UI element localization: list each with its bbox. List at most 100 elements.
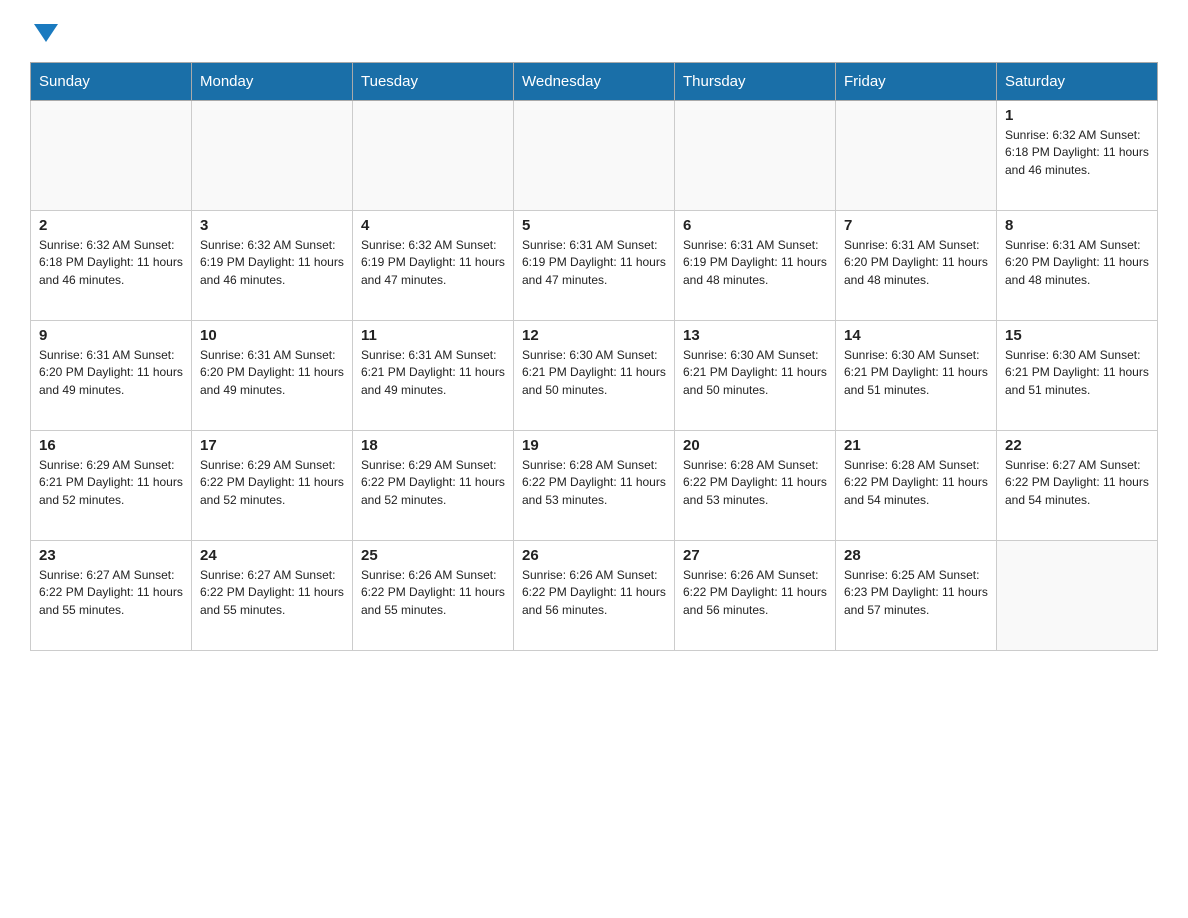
day-info: Sunrise: 6:30 AM Sunset: 6:21 PM Dayligh… xyxy=(1005,347,1149,399)
day-info: Sunrise: 6:27 AM Sunset: 6:22 PM Dayligh… xyxy=(1005,457,1149,509)
page-header xyxy=(30,20,1158,42)
week-row-5: 23Sunrise: 6:27 AM Sunset: 6:22 PM Dayli… xyxy=(31,541,1158,651)
day-info: Sunrise: 6:26 AM Sunset: 6:22 PM Dayligh… xyxy=(683,567,827,619)
calendar-cell: 13 Sunrise: 6:30 AM Sunset: 6:21 PM Dayli… xyxy=(675,321,836,431)
day-number: 4 xyxy=(361,217,505,234)
day-number: 28 xyxy=(844,547,988,564)
calendar-cell xyxy=(836,101,997,211)
calendar-cell: 5 Sunrise: 6:31 AM Sunset: 6:19 PM Daylig… xyxy=(514,211,675,321)
day-info: Sunrise: 6:32 AM Sunset: 6:18 PM Dayligh… xyxy=(39,237,183,289)
calendar-cell: 4Sunrise: 6:32 AM Sunset: 6:19 PM Daylig… xyxy=(353,211,514,321)
day-number: 5 xyxy=(522,217,666,234)
day-info: Sunrise: 6:32 AM Sunset: 6:18 PM Dayligh… xyxy=(1005,127,1149,179)
day-number: 18 xyxy=(361,437,505,454)
day-info: Sunrise: 6:31 AM Sunset: 6:20 PM Dayligh… xyxy=(39,347,183,399)
day-info: Sunrise: 6:31 AM Sunset: 6:19 PM Dayligh… xyxy=(683,237,827,289)
day-number: 23 xyxy=(39,547,183,564)
calendar-cell: 12 Sunrise: 6:30 AM Sunset: 6:21 PM Dayli… xyxy=(514,321,675,431)
logo xyxy=(30,20,58,42)
calendar-cell: 10 Sunrise: 6:31 AM Sunset: 6:20 PM Dayli… xyxy=(192,321,353,431)
weekday-header-tuesday: Tuesday xyxy=(353,63,514,101)
day-info: Sunrise: 6:31 AM Sunset: 6:20 PM Dayligh… xyxy=(200,347,344,399)
weekday-header-friday: Friday xyxy=(836,63,997,101)
day-info: Sunrise: 6:31 AM Sunset: 6:20 PM Dayligh… xyxy=(1005,237,1149,289)
calendar-table: SundayMondayTuesdayWednesdayThursdayFrid… xyxy=(30,62,1158,651)
calendar-cell: 16Sunrise: 6:29 AM Sunset: 6:21 PM Dayli… xyxy=(31,431,192,541)
day-info: Sunrise: 6:25 AM Sunset: 6:23 PM Dayligh… xyxy=(844,567,988,619)
calendar-cell xyxy=(353,101,514,211)
calendar-cell: 18 Sunrise: 6:29 AM Sunset: 6:22 PM Dayli… xyxy=(353,431,514,541)
day-number: 9 xyxy=(39,327,183,344)
day-number: 6 xyxy=(683,217,827,234)
calendar-cell xyxy=(675,101,836,211)
day-info: Sunrise: 6:29 AM Sunset: 6:22 PM Dayligh… xyxy=(200,457,344,509)
day-number: 13 xyxy=(683,327,827,344)
weekday-header-monday: Monday xyxy=(192,63,353,101)
weekday-header-thursday: Thursday xyxy=(675,63,836,101)
calendar-cell: 22 Sunrise: 6:27 AM Sunset: 6:22 PM Dayli… xyxy=(997,431,1158,541)
day-number: 25 xyxy=(361,547,505,564)
day-number: 19 xyxy=(522,437,666,454)
day-info: Sunrise: 6:29 AM Sunset: 6:22 PM Dayligh… xyxy=(361,457,505,509)
day-info: Sunrise: 6:26 AM Sunset: 6:22 PM Dayligh… xyxy=(522,567,666,619)
day-number: 3 xyxy=(200,217,344,234)
calendar-cell xyxy=(997,541,1158,651)
weekday-header-wednesday: Wednesday xyxy=(514,63,675,101)
calendar-cell: 24Sunrise: 6:27 AM Sunset: 6:22 PM Dayli… xyxy=(192,541,353,651)
day-number: 12 xyxy=(522,327,666,344)
calendar-cell xyxy=(192,101,353,211)
week-row-3: 9 Sunrise: 6:31 AM Sunset: 6:20 PM Daylig… xyxy=(31,321,1158,431)
day-info: Sunrise: 6:31 AM Sunset: 6:19 PM Dayligh… xyxy=(522,237,666,289)
day-number: 8 xyxy=(1005,217,1149,234)
calendar-cell: 19 Sunrise: 6:28 AM Sunset: 6:22 PM Dayli… xyxy=(514,431,675,541)
day-number: 7 xyxy=(844,217,988,234)
day-info: Sunrise: 6:32 AM Sunset: 6:19 PM Dayligh… xyxy=(200,237,344,289)
calendar-cell: 17 Sunrise: 6:29 AM Sunset: 6:22 PM Dayli… xyxy=(192,431,353,541)
day-number: 22 xyxy=(1005,437,1149,454)
calendar-cell: 7 Sunrise: 6:31 AM Sunset: 6:20 PM Daylig… xyxy=(836,211,997,321)
day-info: Sunrise: 6:28 AM Sunset: 6:22 PM Dayligh… xyxy=(522,457,666,509)
day-info: Sunrise: 6:30 AM Sunset: 6:21 PM Dayligh… xyxy=(844,347,988,399)
week-row-4: 16Sunrise: 6:29 AM Sunset: 6:21 PM Dayli… xyxy=(31,431,1158,541)
day-number: 20 xyxy=(683,437,827,454)
day-number: 21 xyxy=(844,437,988,454)
day-number: 27 xyxy=(683,547,827,564)
weekday-header-sunday: Sunday xyxy=(31,63,192,101)
calendar-cell: 14 Sunrise: 6:30 AM Sunset: 6:21 PM Dayli… xyxy=(836,321,997,431)
calendar-cell: 20 Sunrise: 6:28 AM Sunset: 6:22 PM Dayli… xyxy=(675,431,836,541)
day-info: Sunrise: 6:30 AM Sunset: 6:21 PM Dayligh… xyxy=(522,347,666,399)
week-row-2: 2 Sunrise: 6:32 AM Sunset: 6:18 PM Daylig… xyxy=(31,211,1158,321)
weekday-header-saturday: Saturday xyxy=(997,63,1158,101)
calendar-cell: 21 Sunrise: 6:28 AM Sunset: 6:22 PM Dayli… xyxy=(836,431,997,541)
calendar-cell: 26Sunrise: 6:26 AM Sunset: 6:22 PM Dayli… xyxy=(514,541,675,651)
calendar-cell: 25 Sunrise: 6:26 AM Sunset: 6:22 PM Dayli… xyxy=(353,541,514,651)
logo-arrow-icon xyxy=(34,24,58,42)
week-row-1: 1 Sunrise: 6:32 AM Sunset: 6:18 PM Daylig… xyxy=(31,101,1158,211)
calendar-cell: 11Sunrise: 6:31 AM Sunset: 6:21 PM Dayli… xyxy=(353,321,514,431)
day-info: Sunrise: 6:31 AM Sunset: 6:20 PM Dayligh… xyxy=(844,237,988,289)
day-number: 14 xyxy=(844,327,988,344)
day-info: Sunrise: 6:30 AM Sunset: 6:21 PM Dayligh… xyxy=(683,347,827,399)
weekday-header-row: SundayMondayTuesdayWednesdayThursdayFrid… xyxy=(31,63,1158,101)
day-number: 10 xyxy=(200,327,344,344)
calendar-cell xyxy=(514,101,675,211)
day-number: 17 xyxy=(200,437,344,454)
calendar-cell: 1 Sunrise: 6:32 AM Sunset: 6:18 PM Daylig… xyxy=(997,101,1158,211)
calendar-cell: 27 Sunrise: 6:26 AM Sunset: 6:22 PM Dayli… xyxy=(675,541,836,651)
day-info: Sunrise: 6:28 AM Sunset: 6:22 PM Dayligh… xyxy=(844,457,988,509)
calendar-cell: 6 Sunrise: 6:31 AM Sunset: 6:19 PM Daylig… xyxy=(675,211,836,321)
day-number: 24 xyxy=(200,547,344,564)
day-number: 11 xyxy=(361,327,505,344)
calendar-cell: 23Sunrise: 6:27 AM Sunset: 6:22 PM Dayli… xyxy=(31,541,192,651)
calendar-cell: 3 Sunrise: 6:32 AM Sunset: 6:19 PM Daylig… xyxy=(192,211,353,321)
day-number: 1 xyxy=(1005,107,1149,124)
calendar-cell xyxy=(31,101,192,211)
day-info: Sunrise: 6:26 AM Sunset: 6:22 PM Dayligh… xyxy=(361,567,505,619)
calendar-cell: 28 Sunrise: 6:25 AM Sunset: 6:23 PM Dayli… xyxy=(836,541,997,651)
day-number: 15 xyxy=(1005,327,1149,344)
day-number: 2 xyxy=(39,217,183,234)
calendar-cell: 2 Sunrise: 6:32 AM Sunset: 6:18 PM Daylig… xyxy=(31,211,192,321)
calendar-cell: 9 Sunrise: 6:31 AM Sunset: 6:20 PM Daylig… xyxy=(31,321,192,431)
day-info: Sunrise: 6:28 AM Sunset: 6:22 PM Dayligh… xyxy=(683,457,827,509)
calendar-cell: 15 Sunrise: 6:30 AM Sunset: 6:21 PM Dayli… xyxy=(997,321,1158,431)
